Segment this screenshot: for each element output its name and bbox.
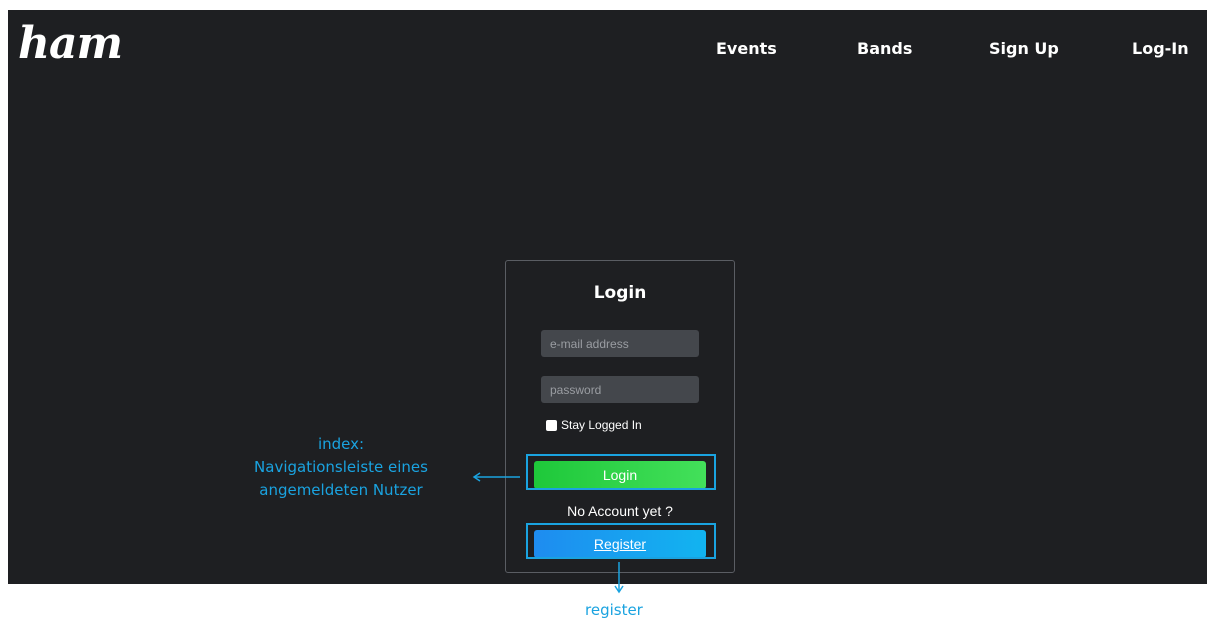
index-annotation-line-1: index: xyxy=(317,435,365,453)
nav-bands-link[interactable]: Bands xyxy=(857,39,912,59)
stay-logged-in-label[interactable]: Stay Logged In xyxy=(561,418,642,432)
password-input[interactable] xyxy=(541,376,699,403)
stay-logged-in-checkbox[interactable] xyxy=(546,419,557,431)
arrow-down-icon xyxy=(614,562,624,594)
stay-logged-in-row: Stay Logged In xyxy=(546,417,642,433)
nav-sign-up-link[interactable]: Sign Up xyxy=(989,39,1059,59)
index-annotation: index: Navigationsleiste eines angemelde… xyxy=(228,433,454,502)
no-account-text: No Account yet ? xyxy=(567,503,673,519)
index-annotation-line-2: Navigationsleiste eines xyxy=(254,458,428,476)
index-annotation-line-3: angemeldeten Nutzer xyxy=(259,481,423,499)
login-title: Login xyxy=(593,283,647,303)
login-card: Login Stay Logged In Login No Account ye… xyxy=(505,260,735,573)
arrow-left-icon xyxy=(472,472,520,482)
register-annotation: register xyxy=(585,601,643,619)
login-highlight-box xyxy=(526,454,716,490)
register-highlight-box xyxy=(526,523,716,559)
nav-log-in-link[interactable]: Log-In xyxy=(1132,39,1189,59)
app-window: ham Events Bands Sign Up Log-In Login St… xyxy=(8,10,1207,584)
email-input[interactable] xyxy=(541,330,699,357)
navbar: Events Bands Sign Up Log-In xyxy=(8,39,1207,59)
nav-events-link[interactable]: Events xyxy=(716,39,777,59)
